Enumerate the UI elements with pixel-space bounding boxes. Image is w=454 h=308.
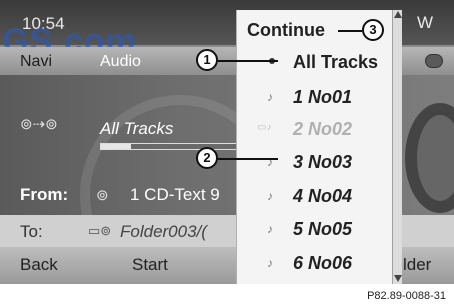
track-item[interactable]: ♪ 4 No04 [237,180,393,212]
disc-text-icon: ▭♪ [257,122,272,133]
dropdown-scrollbar[interactable] [392,10,402,284]
disc-graphic-right [405,103,454,213]
track-label: 2 No02 [293,119,353,139]
track-item-all[interactable]: All Tracks [237,46,393,78]
disc-icon: ⊚ [96,187,109,204]
reference-code: P82.89-0088-31 [367,290,446,302]
callout-3: 3 [362,19,384,41]
music-note-icon: ♪ [267,222,273,236]
cd-changer-icon: ⊚⇢⊚ [20,116,58,133]
menu-item-navi[interactable]: Navi [20,53,52,71]
track-title: All Tracks [100,119,174,138]
music-note-icon: ♪ [267,256,273,270]
scroll-up-icon [394,11,402,18]
progress-fill [101,144,131,149]
track-label: 3 No03 [293,152,353,172]
track-label: 6 No06 [293,253,353,273]
music-note-icon: ♪ [267,189,273,203]
scroll-down-icon [394,275,402,282]
progress-bar [100,143,250,150]
start-button[interactable]: Start [132,255,168,275]
callout-2: 2 [196,147,218,169]
callout-line [338,30,362,32]
track-list-dropdown: Continue All Tracks ♪ 1 No01 ▭♪ 2 No02 ♪… [236,10,392,284]
to-label: To: [20,222,43,241]
track-label: All Tracks [293,52,379,72]
continue-option[interactable]: Continue [247,20,325,41]
back-button[interactable]: Back [20,255,58,275]
track-item[interactable]: ♪ 6 No06 [237,247,393,279]
folder-icon: ▭⊚ [88,223,112,238]
folder-button[interactable]: lder [403,255,431,275]
to-value: Folder003/( [120,222,207,241]
track-label: 1 No01 [293,87,353,107]
track-item[interactable]: ▭♪ 2 No02 [237,113,393,145]
track-label: 5 No05 [293,219,353,239]
from-label: From: [20,185,69,204]
track-label: 4 No04 [293,186,353,206]
track-item[interactable]: ♪ 5 No05 [237,213,393,245]
music-note-icon: ♪ [267,90,273,104]
menu-end-button[interactable] [425,54,443,68]
status-indicator: W [417,13,434,32]
callout-line [218,60,278,62]
menu-item-audio[interactable]: Audio [100,53,141,71]
from-value: 1 CD-Text 9 [130,185,220,204]
track-item[interactable]: ♪ 1 No01 [237,81,393,113]
track-item[interactable]: ♪ 3 No03 [237,146,393,178]
callout-line [218,158,278,160]
callout-1: 1 [196,49,218,71]
